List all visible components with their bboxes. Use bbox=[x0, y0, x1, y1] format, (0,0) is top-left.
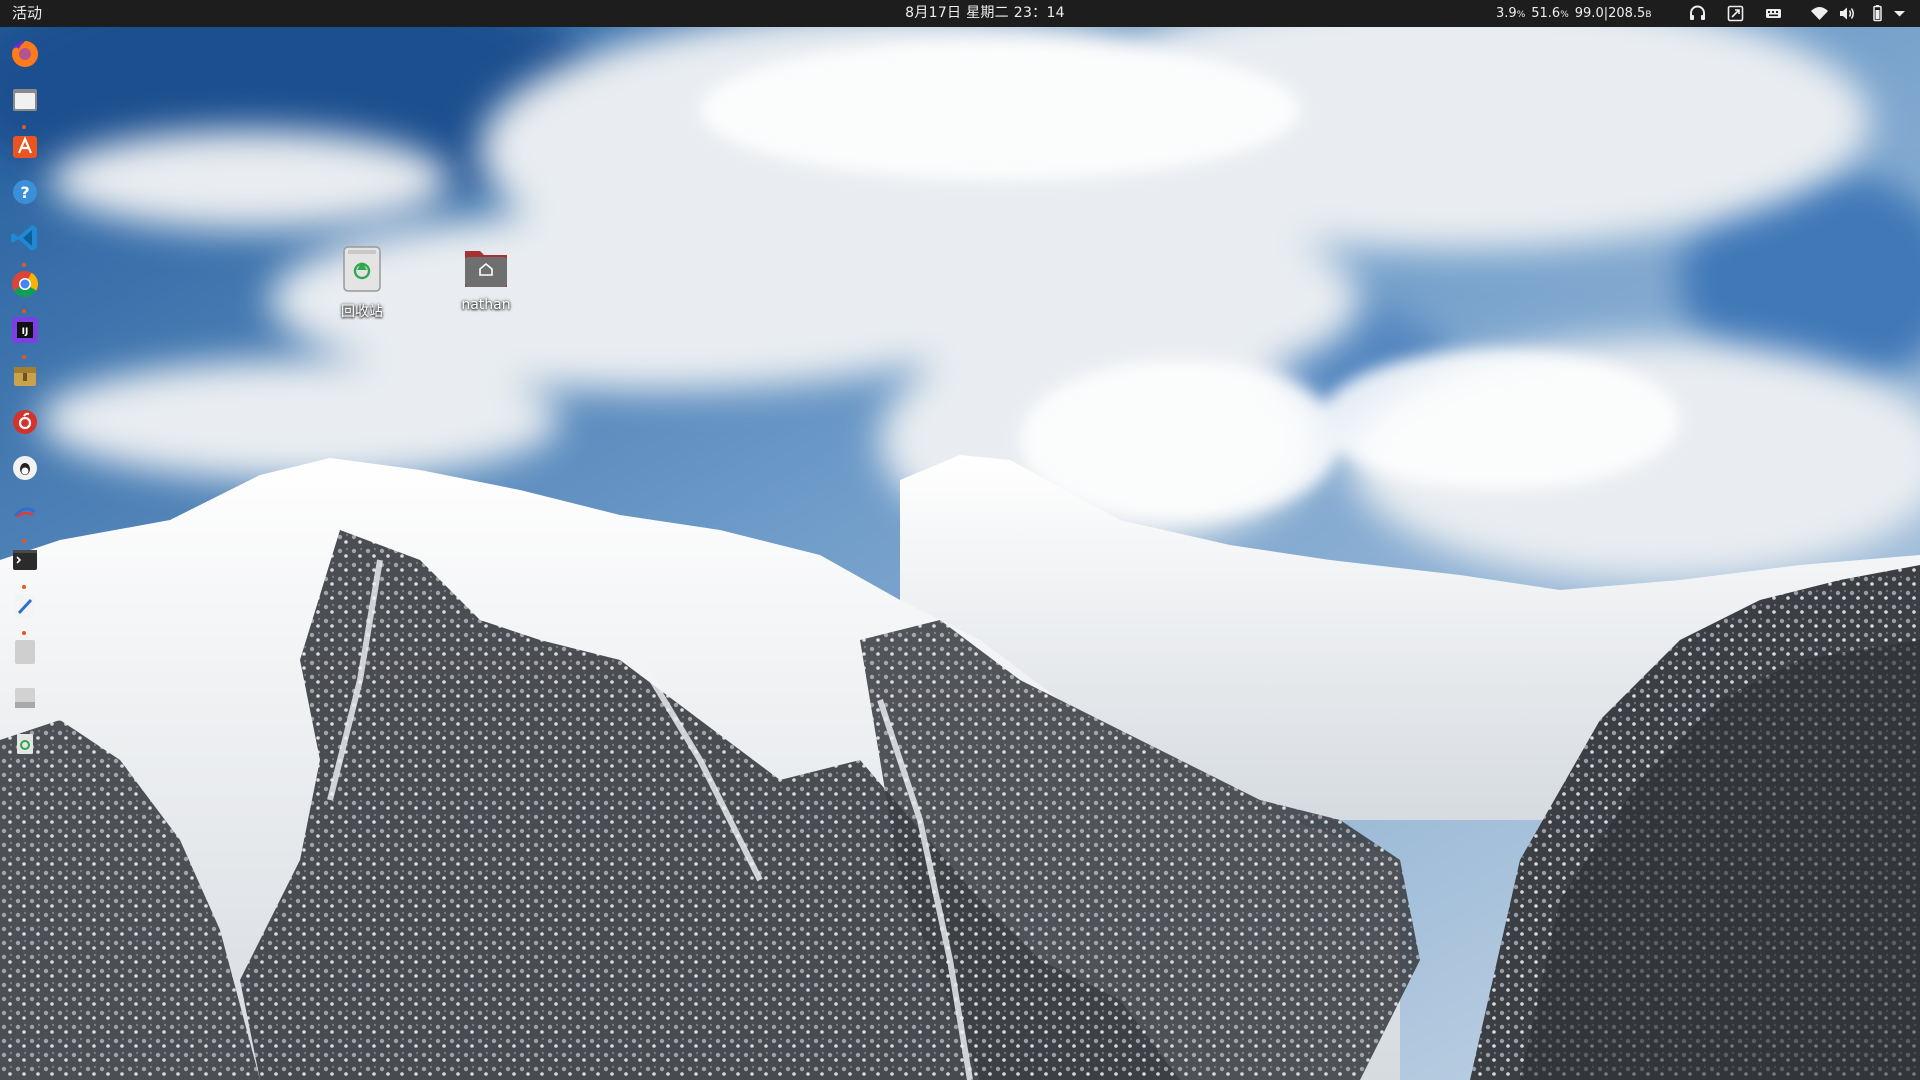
archive-icon[interactable] bbox=[7, 358, 43, 394]
desktop-icon-label: nathan bbox=[461, 297, 511, 313]
text-editor-icon[interactable] bbox=[7, 588, 43, 624]
svg-text:?: ? bbox=[20, 183, 29, 202]
desktop-icon-home-folder[interactable]: nathan bbox=[438, 245, 534, 313]
kite-icon[interactable] bbox=[7, 496, 43, 532]
system-menu-chevron-icon[interactable] bbox=[1890, 4, 1909, 23]
netease-music-icon[interactable] bbox=[7, 404, 43, 440]
firefox-icon[interactable] bbox=[7, 36, 43, 72]
blank-app-icon[interactable] bbox=[7, 634, 43, 670]
files-icon[interactable] bbox=[7, 82, 43, 118]
dock: ? IJ bbox=[0, 27, 50, 1080]
drive-icon[interactable] bbox=[7, 680, 43, 716]
top-bar: 活动 8月17日 星期二 23：14 3.9% 51.6% 99.0|208.5… bbox=[0, 0, 1920, 27]
jetbrains-icon[interactable]: IJ bbox=[7, 312, 43, 348]
screenshot-icon[interactable] bbox=[1726, 4, 1745, 23]
network-usage: 99.0|208.5B bbox=[1574, 6, 1652, 21]
desktop[interactable]: 活动 8月17日 星期二 23：14 3.9% 51.6% 99.0|208.5… bbox=[0, 0, 1920, 1080]
home-folder-icon bbox=[465, 251, 507, 287]
desktop-icon-label: 回收站 bbox=[341, 304, 383, 320]
battery-icon[interactable] bbox=[1868, 4, 1887, 23]
keyboard-icon[interactable] bbox=[1764, 4, 1783, 23]
clock-datetime[interactable]: 8月17日 星期二 23：14 bbox=[840, 0, 1130, 27]
volume-icon[interactable] bbox=[1838, 4, 1857, 23]
qq-icon[interactable] bbox=[7, 450, 43, 486]
chrome-icon[interactable] bbox=[7, 266, 43, 302]
terminal-icon[interactable] bbox=[7, 542, 43, 578]
system-monitor-indicator[interactable]: 3.9% 51.6% 99.0|208.5B bbox=[1496, 0, 1652, 27]
trash-icon bbox=[343, 246, 381, 292]
cpu-usage: 3.9% bbox=[1496, 6, 1526, 21]
wifi-icon[interactable] bbox=[1810, 4, 1829, 23]
svg-text:IJ: IJ bbox=[22, 327, 29, 337]
software-center-icon[interactable] bbox=[7, 128, 43, 164]
headset-icon[interactable] bbox=[1688, 4, 1707, 23]
memory-usage: 51.6% bbox=[1531, 6, 1569, 21]
desktop-icon-trash[interactable]: 回收站 bbox=[314, 245, 410, 321]
trash-icon[interactable] bbox=[7, 726, 43, 762]
vscode-icon[interactable] bbox=[7, 220, 43, 256]
help-icon[interactable]: ? bbox=[7, 174, 43, 210]
wallpaper bbox=[0, 0, 1920, 1080]
activities-button[interactable]: 活动 bbox=[12, 0, 42, 27]
